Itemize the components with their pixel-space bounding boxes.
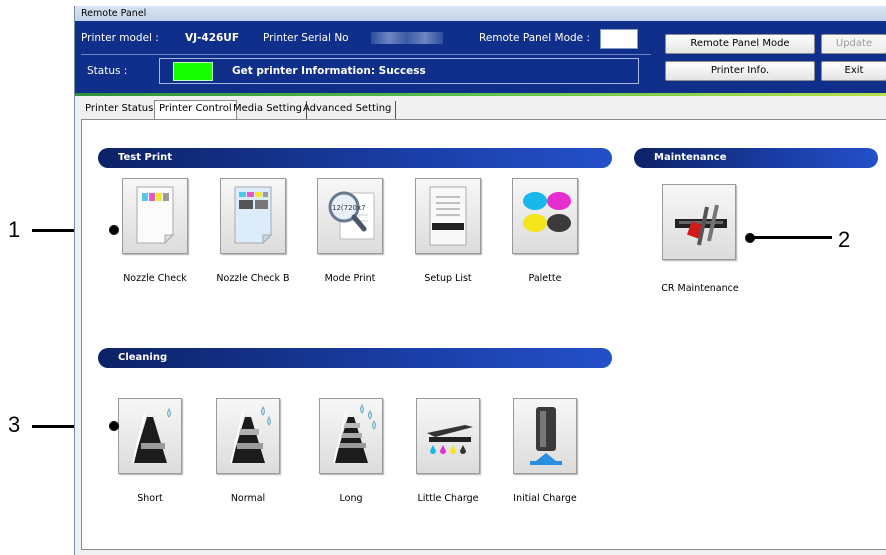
cleaning-short-icon: [132, 408, 171, 464]
little-charge-icon: [427, 425, 473, 454]
nozzle-check-icon: [136, 186, 175, 245]
nozzle-check-b-label: Nozzle Check B: [216, 273, 290, 284]
mode-print-icon-text: 12(720x7: [332, 204, 366, 212]
initial-charge-icon: [530, 407, 562, 465]
cleaning-long-button[interactable]: [319, 398, 383, 474]
cleaning-long-label: Long: [339, 493, 363, 504]
test-print-header: Test Print: [98, 148, 612, 168]
setup-list-label: Setup List: [424, 273, 472, 284]
cr-maintenance-label: CR Maintenance: [661, 283, 739, 294]
remote-panel-window: Remote Panel Printer model : VJ-426UF Pr…: [74, 6, 886, 555]
remote-panel-mode-indicator: [600, 29, 638, 49]
update-button[interactable]: Update: [821, 34, 886, 54]
little-charge-button[interactable]: [416, 398, 480, 474]
exit-button[interactable]: Exit: [821, 61, 886, 81]
cleaning-long-icon: [333, 404, 376, 464]
header-divider: [81, 54, 651, 55]
remote-panel-mode-label: Remote Panel Mode :: [479, 32, 590, 44]
nozzle-check-b-button[interactable]: [220, 178, 286, 254]
status-indicator: [173, 62, 213, 81]
initial-charge-label: Initial Charge: [513, 493, 577, 504]
callout-1-dot: [109, 225, 119, 235]
mode-print-icon: 12(720x7: [328, 191, 375, 240]
callout-1-number: 1: [8, 217, 21, 242]
cleaning-short-label: Short: [137, 493, 163, 504]
palette-label: Palette: [528, 273, 562, 284]
nozzle-check-b-icon: [234, 186, 273, 245]
cleaning-short-button[interactable]: [118, 398, 182, 474]
cleaning-normal-icon: [230, 406, 271, 464]
initial-charge-button[interactable]: [513, 398, 577, 474]
cleaning-header: Cleaning: [98, 348, 612, 368]
status-label: Status :: [87, 65, 128, 77]
setup-list-button[interactable]: [415, 178, 481, 254]
printer-serial-label: Printer Serial No: [263, 32, 349, 44]
callout-2-line: [752, 236, 832, 239]
callout-3-number: 3: [8, 412, 21, 437]
printer-model-label: Printer model :: [81, 32, 159, 44]
palette-icon: [523, 192, 571, 232]
palette-button[interactable]: [512, 178, 578, 254]
nozzle-check-label: Nozzle Check: [123, 273, 187, 284]
tab-media-setting[interactable]: Media Setting: [229, 101, 308, 119]
setup-list-icon: [429, 186, 467, 246]
nozzle-check-button[interactable]: [122, 178, 188, 254]
tab-printer-control[interactable]: Printer Control: [154, 100, 237, 119]
cleaning-normal-button[interactable]: [216, 398, 280, 474]
tab-advanced-setting[interactable]: Advanced Setting: [299, 101, 397, 119]
cleaning-normal-label: Normal: [230, 493, 266, 504]
mode-print-button[interactable]: 12(720x7: [317, 178, 383, 254]
header-accent-stripe: [75, 93, 886, 96]
tab-printer-status[interactable]: Printer Status: [81, 101, 159, 119]
little-charge-label: Little Charge: [417, 493, 479, 504]
window-title: Remote Panel: [75, 6, 886, 21]
maintenance-header: Maintenance: [634, 148, 878, 168]
callout-3-dot: [109, 421, 119, 431]
printer-control-panel: Test Print Nozzle Check Nozzle Check B 1…: [81, 119, 886, 550]
callout-2-number: 2: [838, 227, 851, 252]
printer-serial-value: [371, 32, 443, 44]
status-message: Get printer Information: Success: [232, 65, 426, 77]
cr-maintenance-button[interactable]: [662, 184, 736, 260]
header-panel: Printer model : VJ-426UF Printer Serial …: [75, 21, 886, 93]
mode-print-label: Mode Print: [324, 273, 376, 284]
printer-info-button[interactable]: Printer Info.: [665, 61, 815, 81]
printer-model-value: VJ-426UF: [185, 32, 240, 44]
cr-maintenance-icon: [675, 204, 727, 246]
remote-panel-mode-button[interactable]: Remote Panel Mode: [665, 34, 815, 54]
